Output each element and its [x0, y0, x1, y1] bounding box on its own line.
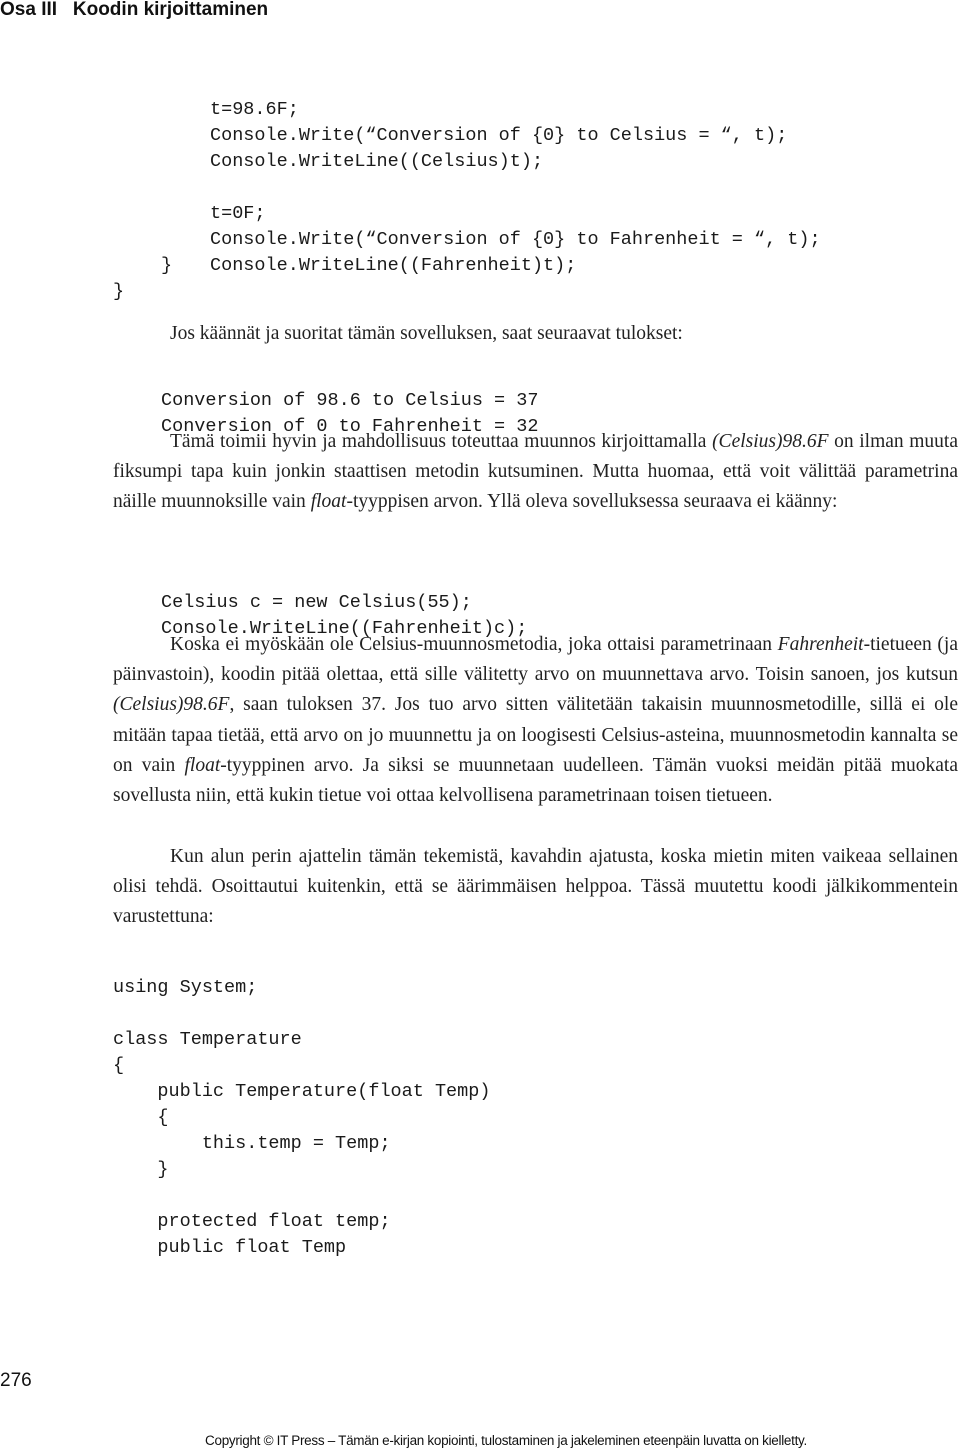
closing-brace-inner: } — [161, 255, 173, 276]
code-line: { — [113, 1055, 125, 1076]
code-line: public float Temp — [113, 1237, 347, 1258]
code-line: } — [113, 1159, 169, 1180]
code-line: { — [113, 1107, 169, 1128]
closing-brace-outer: } — [113, 281, 125, 302]
code-line: t=98.6F; — [210, 99, 299, 120]
code-line: Console.Write(“Conversion of {0} to Cels… — [210, 125, 788, 146]
chapter-title: Koodin kirjoittaminen — [72, 0, 269, 20]
code-line: Celsius c = new Celsius(55); — [161, 592, 472, 613]
part-label: Osa III — [0, 0, 58, 20]
code-line: protected float temp; — [113, 1211, 391, 1232]
code-block-temperature-class: using System; class Temperature { public … — [113, 949, 490, 1287]
code-line: this.temp = Temp; — [113, 1133, 391, 1154]
code-line: Console.WriteLine((Celsius)t); — [210, 151, 544, 172]
page-number: 276 — [0, 1370, 32, 1391]
inline-type-italic: float — [184, 754, 221, 776]
code-line: Console.Write(“Conversion of {0} to Fahr… — [210, 229, 821, 250]
running-header: Osa III Koodin kirjoittaminen — [0, 0, 268, 20]
paragraph-conversion-syntax: Tämä toimii hyvin ja mahdollisuus toteut… — [113, 431, 958, 513]
output-line: Conversion of 98.6 to Celsius = 37 — [161, 390, 539, 411]
code-line: using System; — [113, 977, 258, 998]
paragraph-modified-code-intro: Kun alun perin ajattelin tämän tekemistä… — [113, 846, 958, 928]
inline-type-italic: Fahrenheit — [777, 634, 864, 655]
inline-code-italic: (Celsius)98.6F — [712, 431, 829, 452]
inline-type-italic: float — [310, 491, 347, 513]
code-line: public Temperature(float Temp) — [113, 1081, 491, 1102]
output-intro-text: Jos käännät ja suoritat tämän sovellukse… — [170, 323, 683, 344]
code-line: Console.WriteLine((Fahrenheit)t); — [210, 255, 577, 276]
inline-code-italic: (Celsius)98.6F — [113, 694, 230, 716]
code-line: class Temperature — [113, 1029, 302, 1050]
code-line: t=0F; — [210, 203, 266, 224]
code-block-conversion-calls: t=98.6F; Console.Write(“Conversion of {0}… — [210, 71, 821, 305]
paragraph-explanation: Koska ei myöskään ole Celsius-muunnosmet… — [113, 634, 959, 807]
copyright-footer: Copyright © IT Press – Tämän e-kirjan ko… — [205, 1433, 807, 1448]
